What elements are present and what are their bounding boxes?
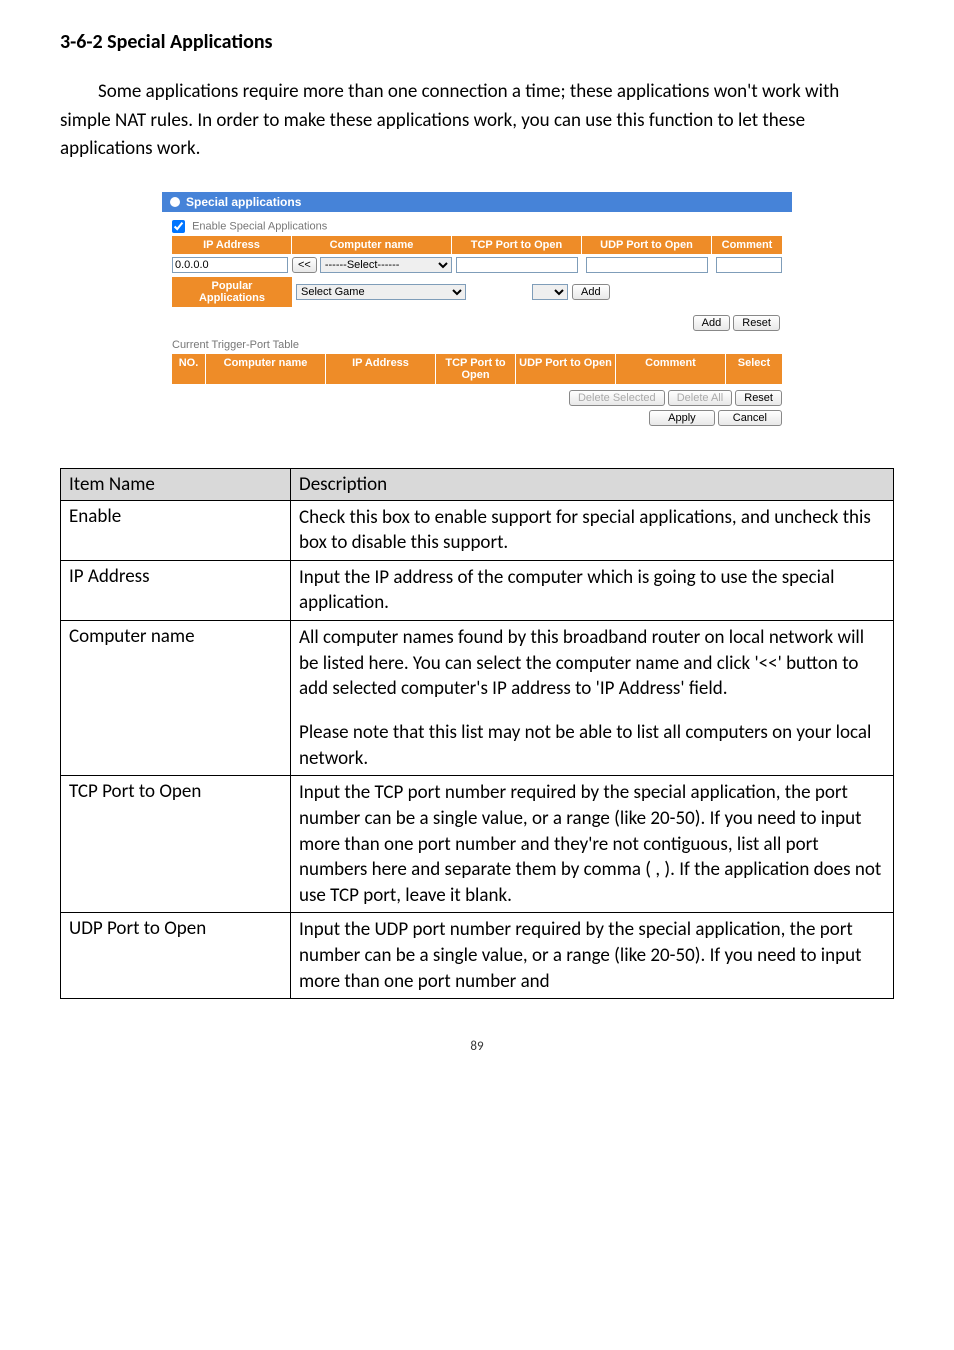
enable-checkbox[interactable]: [172, 220, 185, 233]
th-item-name: Item Name: [61, 468, 291, 500]
page-number: 89: [60, 1039, 894, 1054]
input-row: << ------Select------: [172, 257, 782, 273]
bullet-icon: [170, 197, 180, 207]
popular-apps-value-select[interactable]: [532, 284, 568, 300]
desc-cell: All computer names found by this broadba…: [291, 621, 894, 776]
desc-cell: Input the IP address of the computer whi…: [291, 560, 894, 620]
hdr-tcp: TCP Port to Open: [452, 236, 582, 254]
input-table-header: IP Address Computer name TCP Port to Ope…: [172, 236, 782, 254]
desc-paragraph: Input the IP address of the computer whi…: [299, 565, 885, 616]
trigger-table-header: NO. Computer name IP Address TCP Port to…: [172, 354, 782, 384]
trigger-table-label: Current Trigger-Port Table: [172, 339, 782, 351]
item-cell: IP Address: [61, 560, 291, 620]
hdr2-comment: Comment: [616, 354, 726, 384]
ui-screenshot-wrapper: Special applications Enable Special Appl…: [60, 192, 894, 432]
hdr2-ip: IP Address: [326, 354, 436, 384]
panel-title: Special applications: [186, 195, 301, 209]
add-reset-row: Add Reset: [172, 315, 780, 331]
comment-input[interactable]: [716, 257, 782, 273]
table-row: UDP Port to OpenInput the UDP port numbe…: [61, 913, 894, 999]
hdr-udp: UDP Port to Open: [582, 236, 712, 254]
table-row: Computer nameAll computer names found by…: [61, 621, 894, 776]
delete-all-button[interactable]: Delete All: [668, 390, 732, 406]
tcp-port-input[interactable]: [456, 257, 578, 273]
desc-cell: Input the UDP port number required by th…: [291, 913, 894, 999]
cancel-button[interactable]: Cancel: [718, 410, 782, 426]
add-button[interactable]: Add: [693, 315, 731, 331]
popular-apps-label: Popular Applications: [172, 277, 292, 307]
table-row: IP AddressInput the IP address of the co…: [61, 560, 894, 620]
popular-apps-row: Popular Applications Select Game Add: [172, 277, 782, 307]
desc-paragraph: Input the TCP port number required by th…: [299, 780, 885, 908]
popular-add-button[interactable]: Add: [572, 284, 610, 300]
hdr2-udp: UDP Port to Open: [516, 354, 616, 384]
enable-label: Enable Special Applications: [192, 220, 327, 232]
delete-selected-button[interactable]: Delete Selected: [569, 390, 665, 406]
desc-paragraph: Input the UDP port number required by th…: [299, 917, 885, 994]
intro-paragraph: Some applications require more than one …: [60, 78, 894, 164]
panel-titlebar: Special applications: [162, 192, 792, 212]
desc-paragraph: All computer names found by this broadba…: [299, 625, 885, 702]
hdr2-cn: Computer name: [206, 354, 326, 384]
desc-paragraph: Please note that this list may not be ab…: [299, 720, 885, 771]
item-cell: Enable: [61, 500, 291, 560]
special-applications-panel: Special applications Enable Special Appl…: [162, 192, 792, 432]
description-table: Item Name Description EnableCheck this b…: [60, 468, 894, 1000]
hdr-comment: Comment: [712, 236, 782, 254]
th-description: Description: [291, 468, 894, 500]
reset-button[interactable]: Reset: [733, 315, 780, 331]
section-heading: 3-6-2 Special Applications: [60, 30, 894, 54]
table-row: EnableCheck this box to enable support f…: [61, 500, 894, 560]
desc-cell: Input the TCP port number required by th…: [291, 776, 894, 913]
apply-button[interactable]: Apply: [649, 410, 715, 426]
table-row: TCP Port to OpenInput the TCP port numbe…: [61, 776, 894, 913]
apply-cancel-row: Apply Cancel: [172, 410, 782, 426]
udp-port-input[interactable]: [586, 257, 708, 273]
desc-paragraph: Check this box to enable support for spe…: [299, 505, 885, 556]
enable-row: Enable Special Applications: [172, 220, 782, 233]
hdr-computer-name: Computer name: [292, 236, 452, 254]
description-table-body: EnableCheck this box to enable support f…: [61, 500, 894, 999]
hdr2-select: Select: [726, 354, 782, 384]
item-cell: Computer name: [61, 621, 291, 776]
item-cell: UDP Port to Open: [61, 913, 291, 999]
copy-left-button[interactable]: <<: [292, 257, 317, 273]
hdr2-no: NO.: [172, 354, 206, 384]
item-cell: TCP Port to Open: [61, 776, 291, 913]
ip-address-input[interactable]: [172, 257, 288, 273]
popular-apps-select[interactable]: Select Game: [296, 284, 466, 300]
reset-button-2[interactable]: Reset: [735, 390, 782, 406]
desc-cell: Check this box to enable support for spe…: [291, 500, 894, 560]
hdr2-tcp: TCP Port to Open: [436, 354, 516, 384]
panel-body: Enable Special Applications IP Address C…: [162, 212, 792, 432]
hdr-ip: IP Address: [172, 236, 292, 254]
computer-name-select[interactable]: ------Select------: [320, 257, 452, 273]
delete-button-row: Delete Selected Delete All Reset: [172, 390, 782, 406]
